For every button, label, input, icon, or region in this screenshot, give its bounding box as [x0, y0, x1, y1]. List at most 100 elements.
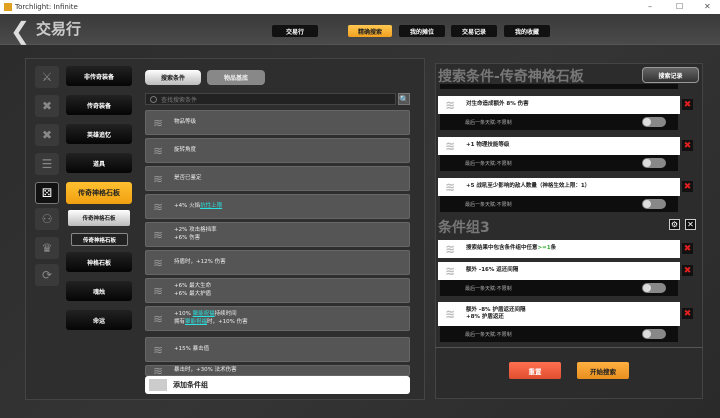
- category-5[interactable]: 神格石板: [66, 252, 132, 272]
- layers-icon: ≋: [152, 255, 164, 270]
- tab-0[interactable]: 交易行: [272, 25, 318, 37]
- condition-text: 暴击时，+30% 法术伤害: [174, 367, 237, 374]
- category-1[interactable]: 传奇装备: [66, 95, 132, 115]
- condition-item[interactable]: ≋ 旋转角度: [145, 138, 410, 163]
- condition-item[interactable]: ≋ 暴击时，+30% 法术伤害: [145, 363, 410, 378]
- app-icon: [4, 3, 12, 11]
- reset-button[interactable]: 重置: [509, 362, 561, 379]
- toggle-switch[interactable]: [642, 158, 666, 168]
- toggle-switch[interactable]: [642, 199, 666, 209]
- condition-line: 额外 -16% 返还间隔: [466, 267, 519, 274]
- subcategory-1[interactable]: 传奇神格石板: [71, 233, 128, 246]
- tab-1[interactable]: 精确搜索: [348, 25, 392, 37]
- layers-icon: ≋: [152, 342, 164, 357]
- category-icon-0[interactable]: ⚔: [35, 66, 59, 88]
- category-icon-3[interactable]: ☰: [35, 153, 59, 175]
- condition-text: +2% 攻击格挡率 +6% 伤害: [174, 227, 217, 242]
- keyword-link[interactable]: 聚能祝福: [193, 311, 215, 317]
- layers-icon: ≋: [444, 98, 456, 112]
- title-bar: Torchlight: Infinite – ☐ ✕: [0, 0, 720, 14]
- add-group-button[interactable]: 添加条件组: [145, 376, 410, 394]
- condition-item[interactable]: ≋ +4% 火焰抗性上限: [145, 194, 410, 219]
- toggle-switch[interactable]: [642, 283, 666, 293]
- category-0[interactable]: 非传奇装备: [66, 66, 132, 86]
- search-input[interactable]: 查找搜索条件: [145, 93, 396, 105]
- keyword-link[interactable]: 聚能祝福: [185, 319, 207, 325]
- tab-3[interactable]: 交易记录: [451, 25, 497, 37]
- layers-icon: ≋: [152, 171, 164, 186]
- last-talent-option: 最后一条天赋:不限制: [440, 114, 678, 130]
- text-part: +15% 暴击值: [174, 345, 210, 352]
- condition-item[interactable]: ≋ +2% 攻击格挡率 +6% 伤害: [145, 222, 410, 247]
- selected-condition[interactable]: ≋ 额外 -16% 返还间隔: [438, 262, 680, 280]
- selected-condition[interactable]: ≋ 额外 -8% 护盾返还间隔 +8% 护盾返还: [438, 302, 680, 326]
- delete-condition-icon[interactable]: ✖: [682, 265, 693, 276]
- condition-item[interactable]: ≋ 物品等级: [145, 110, 410, 135]
- condition-item[interactable]: ≋ +6% 最大生命 +6% 最大护盾: [145, 278, 410, 303]
- condition-item[interactable]: ≋ 是否已鉴定: [145, 166, 410, 191]
- layers-icon: ≋: [152, 363, 164, 378]
- tab-item-base[interactable]: 物品基底: [207, 70, 265, 85]
- category-3[interactable]: 道具: [66, 153, 132, 173]
- category-icon-2[interactable]: ✖: [35, 124, 59, 146]
- condition-text: 物品等级: [174, 119, 196, 126]
- summary-count: >=1: [537, 245, 551, 252]
- selected-condition[interactable]: ≋ +1 物理技能等级: [438, 137, 680, 155]
- subcategory-0[interactable]: 传奇神格石板: [68, 210, 130, 226]
- category-2[interactable]: 英雄追忆: [66, 124, 132, 144]
- condition-item[interactable]: ≋ +10% 聚能祝福持续时间 拥有聚能祝福时，+10% 伤害: [145, 306, 410, 331]
- delete-condition-icon[interactable]: ✖: [682, 140, 693, 151]
- delete-condition-icon[interactable]: ✖: [682, 243, 693, 254]
- category-icon-5[interactable]: ⚇: [35, 208, 59, 230]
- tab-4[interactable]: 我的收藏: [504, 25, 550, 37]
- start-search-button[interactable]: 开始搜索: [577, 362, 629, 379]
- selected-condition[interactable]: ≋ +5 战吼至少影响的敌人数量（神格生效上限：1）: [438, 178, 680, 196]
- keyword-link[interactable]: 抗性上限: [200, 203, 222, 209]
- condition-text: +1 物理技能等级: [466, 142, 509, 149]
- condition-line: 额外 -8% 护盾返还间隔: [466, 306, 526, 313]
- selected-condition[interactable]: ≋ 搜索结果中包含条件组中任意>=1条: [438, 240, 680, 258]
- category-icon-4[interactable]: ⚄: [35, 182, 59, 204]
- summary-pre: 搜索结果中包含条件组中任意: [466, 245, 538, 252]
- group3-title: 条件组3: [438, 220, 490, 236]
- condition-line: +6% 伤害: [174, 234, 201, 241]
- gear-icon[interactable]: ⚙: [669, 219, 680, 230]
- add-group-label: 添加条件组: [173, 381, 208, 389]
- selected-condition[interactable]: ≋ 对生命造成额外 8% 伤害: [438, 96, 680, 114]
- delete-condition-icon[interactable]: ✖: [682, 181, 693, 192]
- search-history-button[interactable]: 搜索记录: [642, 67, 699, 83]
- condition-text: 额外 -8% 护盾返还间隔 +8% 护盾返还: [466, 307, 525, 321]
- category-icon-7[interactable]: ⟳: [35, 264, 59, 286]
- condition-text: 搜索结果中包含条件组中任意>=1条: [466, 245, 556, 252]
- toggle-switch[interactable]: [642, 329, 666, 339]
- delete-condition-icon[interactable]: ✖: [682, 308, 693, 319]
- search-placeholder: 查找搜索条件: [161, 96, 198, 104]
- maximize-button[interactable]: ☐: [676, 2, 683, 11]
- tab-search-conditions[interactable]: 搜索条件: [145, 70, 201, 85]
- category-7[interactable]: 命运: [66, 310, 132, 330]
- toggle-switch[interactable]: [642, 117, 666, 127]
- condition-text: +6% 最大生命 +6% 最大护盾: [174, 283, 211, 298]
- option-label: 最后一条天赋:不限制: [465, 201, 512, 208]
- grid-icon: [149, 379, 167, 391]
- minimize-button[interactable]: –: [648, 2, 652, 11]
- category-6[interactable]: 魂烛: [66, 281, 132, 301]
- condition-text: 对生命造成额外 8% 伤害: [466, 101, 529, 108]
- back-button[interactable]: ❮: [10, 17, 30, 45]
- condition-line: +1 物理技能等级: [466, 142, 510, 149]
- tab-2[interactable]: 我的摊位: [399, 25, 445, 37]
- condition-text: 旋转角度: [174, 147, 196, 154]
- close-group-icon[interactable]: ✕: [685, 219, 696, 230]
- delete-condition-icon[interactable]: ✖: [682, 99, 693, 110]
- prior-row-remnant: [440, 84, 678, 89]
- category-4[interactable]: 传奇神格石板: [66, 182, 132, 204]
- category-icon-1[interactable]: ✖: [35, 95, 59, 117]
- condition-text: +5 战吼至少影响的敌人数量（神格生效上限：1）: [466, 183, 590, 190]
- category-icon-6[interactable]: ♛: [35, 237, 59, 259]
- condition-item[interactable]: ≋ +15% 暴击值: [145, 337, 410, 362]
- last-talent-option: 最后一条天赋:不限制: [440, 155, 678, 171]
- search-button[interactable]: 🔍: [398, 93, 410, 105]
- condition-item[interactable]: ≋ 持盾时，+12% 伤害: [145, 250, 410, 275]
- last-talent-option: 最后一条天赋:不限制: [440, 280, 678, 296]
- close-button[interactable]: ✕: [704, 2, 711, 11]
